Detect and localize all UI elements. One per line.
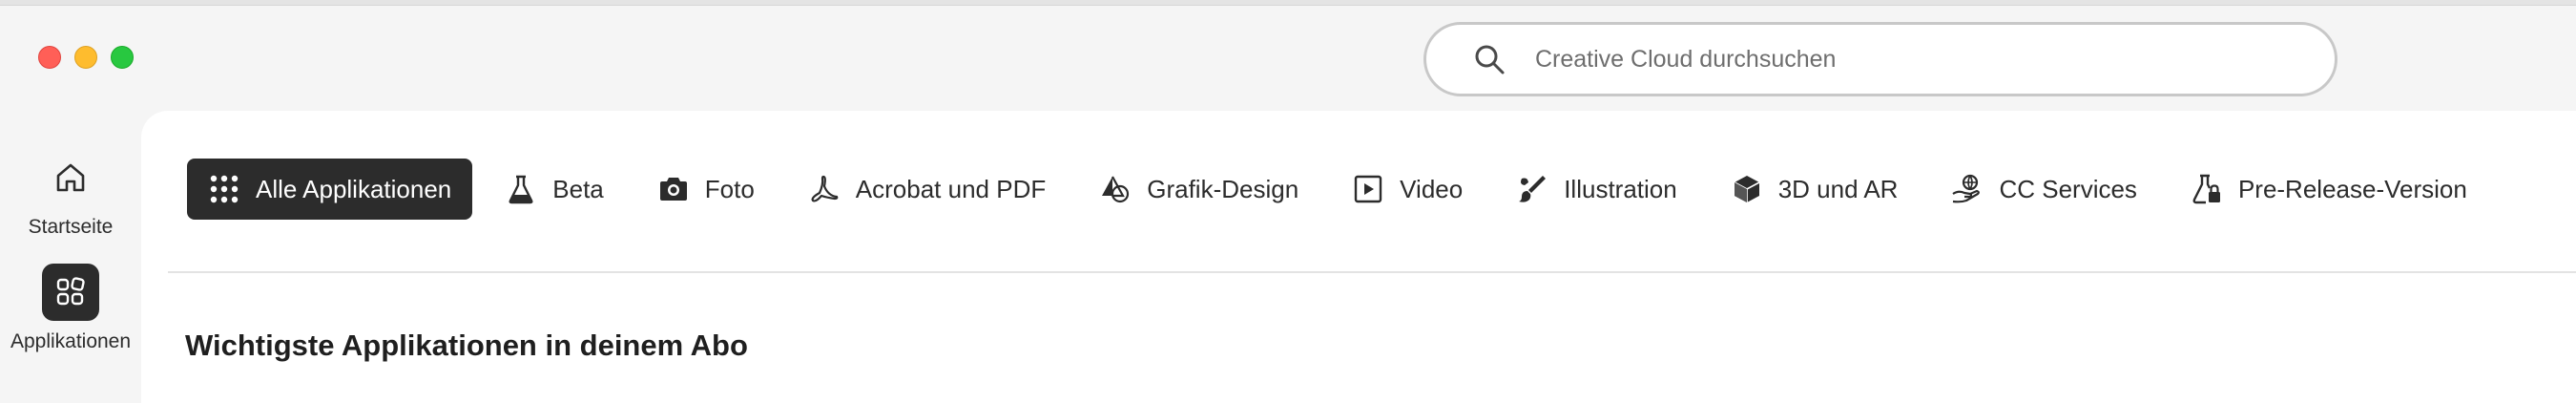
home-icon: [42, 149, 99, 206]
filter-label: CC Services: [1999, 174, 2137, 203]
grid-icon: [210, 175, 239, 203]
filter-all-apps[interactable]: Alle Applikationen: [187, 159, 473, 220]
prerelease-icon: [2192, 174, 2220, 204]
filter-prerelease[interactable]: Pre-Release-Version: [2170, 159, 2488, 220]
category-filter-bar: Alle Applikationen Beta Foto Acrobat und…: [187, 159, 2500, 220]
filter-label: Grafik-Design: [1147, 174, 1299, 203]
filter-label: Acrobat und PDF: [855, 174, 1047, 203]
app-window: Creative Cloud durchsuchen Startseite Ap…: [0, 6, 2576, 403]
filter-3d-ar[interactable]: 3D und AR: [1710, 159, 1920, 220]
search-icon: [1475, 45, 1505, 74]
filter-cc-services[interactable]: CC Services: [1930, 159, 2157, 220]
filter-label: Beta: [552, 174, 604, 203]
services-icon: [1952, 174, 1981, 203]
shapes-icon: [1102, 176, 1130, 203]
main-content: Alle Applikationen Beta Foto Acrobat und…: [141, 111, 2576, 403]
close-window-button[interactable]: [38, 46, 61, 69]
filter-label: 3D und AR: [1777, 174, 1899, 203]
filter-video[interactable]: Video: [1331, 159, 1484, 220]
sidebar-item-home[interactable]: Startseite: [0, 149, 141, 241]
beaker-icon: [509, 175, 533, 204]
apps-icon: [42, 264, 99, 321]
filter-illustration[interactable]: Illustration: [1495, 159, 1698, 220]
filter-graphic-design[interactable]: Grafik-Design: [1078, 159, 1319, 220]
section-title: Wichtigste Applikationen in deinem Abo: [185, 329, 748, 362]
video-icon: [1354, 175, 1382, 203]
acrobat-icon: [811, 175, 839, 202]
filter-label: Video: [1400, 174, 1464, 203]
camera-icon: [659, 178, 687, 201]
filter-label: Illustration: [1564, 174, 1677, 203]
search-placeholder: Creative Cloud durchsuchen: [1535, 45, 1837, 73]
search-field[interactable]: Creative Cloud durchsuchen: [1423, 22, 2337, 96]
left-sidebar: Startseite Applikationen: [0, 149, 141, 378]
filter-label: Pre-Release-Version: [2237, 174, 2467, 203]
filter-label: Foto: [704, 174, 755, 203]
filter-acrobat[interactable]: Acrobat und PDF: [787, 159, 1067, 220]
filter-photo[interactable]: Foto: [636, 159, 776, 220]
cube-icon: [1734, 176, 1760, 202]
filter-label: Alle Applikationen: [256, 174, 452, 203]
window-controls: [38, 46, 134, 69]
sidebar-item-apps[interactable]: Applikationen: [0, 264, 141, 355]
filter-divider: [168, 271, 2576, 273]
maximize-window-button[interactable]: [111, 46, 134, 69]
sidebar-item-label: Applikationen: [10, 330, 132, 352]
minimize-window-button[interactable]: [74, 46, 97, 69]
sidebar-item-label: Startseite: [28, 216, 114, 238]
filter-beta[interactable]: Beta: [484, 159, 625, 220]
brush-icon: [1519, 176, 1547, 202]
